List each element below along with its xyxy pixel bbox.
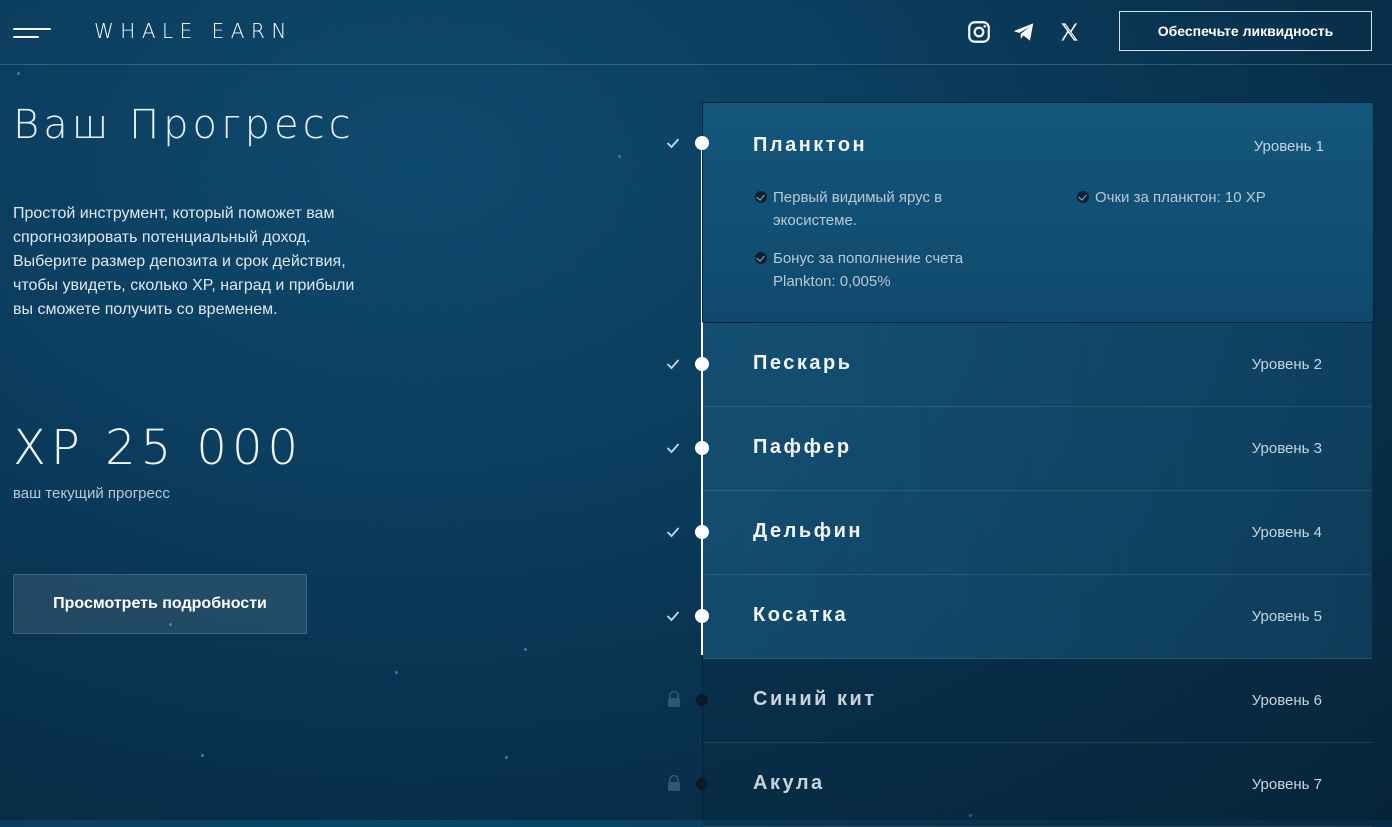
level-number: Уровень 3 [1251, 440, 1322, 457]
menu-burger-icon[interactable] [13, 22, 53, 42]
x-icon[interactable] [1056, 19, 1082, 45]
lock-icon [668, 690, 680, 707]
xp-value: XP 25 000 [13, 420, 304, 476]
level-number: Уровень 2 [1251, 356, 1322, 373]
perk-item: Первый видимый ярус в экосистеме. [755, 186, 1003, 232]
timeline-marker [695, 609, 709, 623]
timeline-marker [695, 441, 709, 455]
perk-item: Бонус за пополнение счета Plankton: 0,00… [755, 247, 1003, 293]
check-icon [666, 138, 680, 149]
xp-caption: ваш текущий прогресс [13, 485, 170, 502]
sparkle-dot [505, 756, 508, 759]
level-name: Пескарь [753, 352, 853, 374]
timeline-marker [696, 778, 708, 790]
page-title: Ваш Прогресс [13, 102, 355, 148]
view-details-button[interactable]: Просмотреть подробности [13, 574, 307, 634]
check-icon [666, 443, 680, 454]
timeline-marker [695, 357, 709, 371]
sparkle-dot [618, 155, 621, 158]
level-number: Уровень 6 [1251, 692, 1322, 709]
brand-logo[interactable]: WHALE EARN [94, 19, 293, 43]
level-number: Уровень 4 [1251, 524, 1322, 541]
timeline-marker [695, 136, 709, 150]
progress-description: Простой инструмент, который поможет вам … [13, 205, 355, 318]
level-card-peskar[interactable]: Пескарь Уровень 2 [703, 323, 1372, 407]
perk-item: Очки за планктон: 10 XP [1077, 186, 1335, 209]
sparkle-dot [395, 671, 398, 674]
level-name: Дельфин [753, 520, 863, 542]
level-card-blue-whale[interactable]: Синий кит Уровень 6 [703, 659, 1372, 743]
sparkle-dot [524, 648, 527, 651]
instagram-icon[interactable] [966, 19, 992, 45]
level-card-plankton[interactable]: Планктон Уровень 1 Первый видимый ярус в… [702, 102, 1374, 323]
check-icon [666, 527, 680, 538]
level-card-shark[interactable]: Акула Уровень 7 [703, 743, 1372, 827]
sparkle-dot [17, 72, 20, 75]
level-name: Паффер [753, 436, 852, 458]
level-name: Планктон [753, 134, 868, 156]
check-circle-icon [755, 191, 767, 203]
check-icon [666, 359, 680, 370]
check-icon [666, 611, 680, 622]
level-name: Косатка [753, 604, 849, 626]
telegram-icon[interactable] [1011, 19, 1037, 45]
level-card-dolphin[interactable]: Дельфин Уровень 4 [703, 491, 1372, 575]
level-number: Уровень 1 [1253, 138, 1324, 155]
level-card-orca[interactable]: Косатка Уровень 5 [703, 575, 1372, 659]
top-header: WHALE EARN Обеспечьте ликвидность [0, 0, 1392, 65]
level-name: Синий кит [753, 688, 877, 710]
check-circle-icon [755, 252, 767, 264]
timeline-marker [695, 525, 709, 539]
level-number: Уровень 7 [1251, 776, 1322, 793]
level-card-puffer[interactable]: Паффер Уровень 3 [703, 407, 1372, 491]
level-number: Уровень 5 [1251, 608, 1322, 625]
provide-liquidity-button[interactable]: Обеспечьте ликвидность [1119, 11, 1372, 51]
lock-icon [668, 774, 680, 791]
level-name: Акула [753, 772, 825, 794]
sparkle-dot [201, 754, 204, 757]
timeline-marker [696, 694, 708, 706]
check-circle-icon [1077, 191, 1089, 203]
